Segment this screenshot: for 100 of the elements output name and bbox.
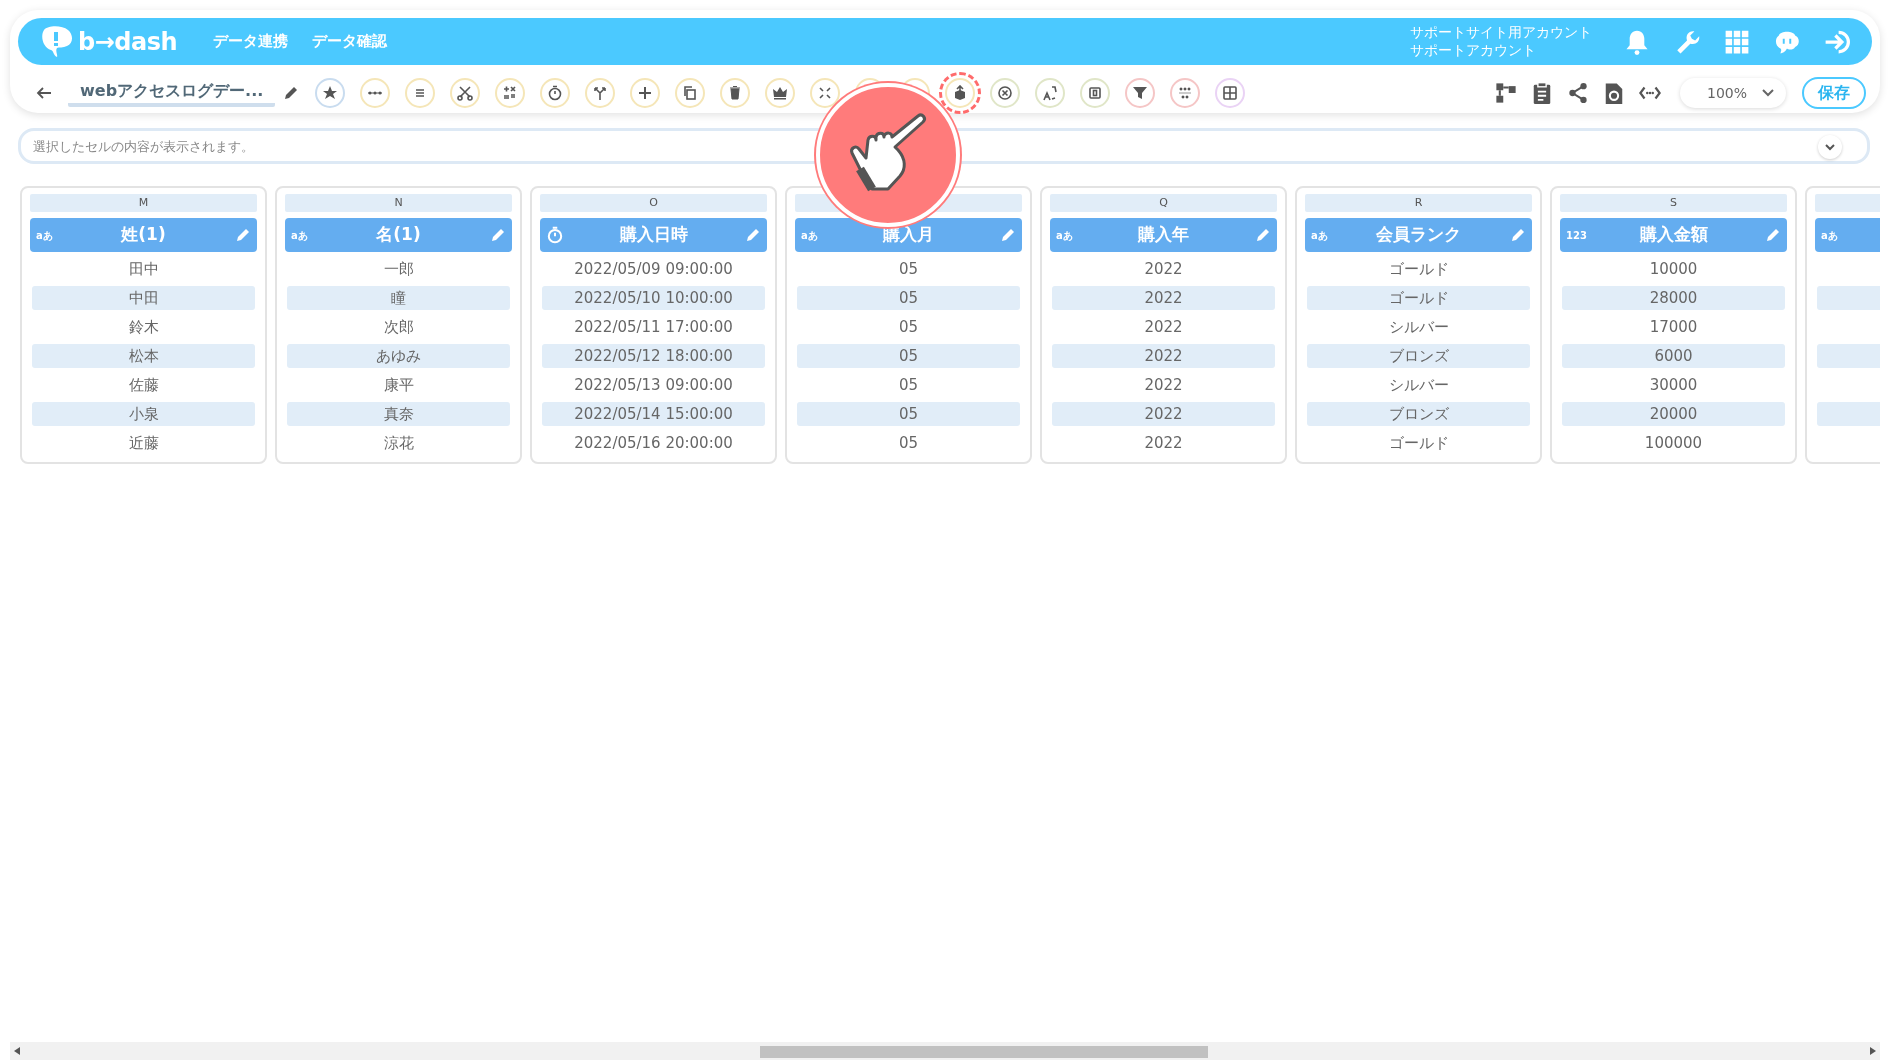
tool-button[interactable] [540, 78, 571, 108]
table-cell[interactable]: 05 [797, 344, 1020, 368]
table-cell[interactable]: シルバー [1307, 373, 1530, 397]
table-cell[interactable]: 10000 [1562, 257, 1785, 281]
table-cell[interactable]: 05 [797, 431, 1020, 455]
tool-button[interactable] [1035, 78, 1066, 108]
tool-button[interactable] [315, 78, 346, 108]
scroll-right-icon[interactable] [1870, 1047, 1876, 1055]
split-arrows-icon [592, 85, 609, 101]
table-cell[interactable]: ブロンズ [1307, 402, 1530, 426]
column-letter[interactable]: Q [1050, 194, 1277, 212]
table-cell[interactable]: 2022 [1052, 286, 1275, 310]
chevron-icon [1825, 143, 1835, 151]
table-cell[interactable]: 20000 [1562, 402, 1785, 426]
table-cell[interactable]: 涼花 [287, 431, 510, 455]
pencil-icon[interactable] [283, 85, 300, 101]
zoom-select[interactable]: 100% [1680, 78, 1786, 108]
table-cell[interactable]: ゴールド [1307, 286, 1530, 310]
chevron-icon [1762, 89, 1774, 97]
table-cell[interactable]: ゴールド [1307, 257, 1530, 281]
logo-text: b→dash [78, 26, 178, 58]
tool-button[interactable] [1080, 78, 1111, 108]
timer-icon [547, 85, 564, 101]
share-icon [1567, 82, 1589, 104]
table-cell[interactable]: 真奈 [287, 402, 510, 426]
type-label: aあ [36, 229, 53, 243]
column-letter[interactable]: O [540, 194, 767, 212]
table-cell[interactable]: 中田 [32, 286, 255, 310]
table-cell[interactable]: 05 [797, 315, 1020, 339]
table-cell[interactable]: 松本 [32, 344, 255, 368]
tool-button[interactable] [585, 78, 616, 108]
scissors-icon [457, 85, 474, 101]
tool-button[interactable] [1125, 78, 1156, 108]
table-cell[interactable]: 一郎 [287, 257, 510, 281]
account-name: サポートアカウント [1410, 41, 1537, 59]
table-cell[interactable]: 2022 [1052, 373, 1275, 397]
table-cell[interactable]: シルバー [1307, 315, 1530, 339]
horizontal-scrollbar[interactable] [10, 1042, 1880, 1060]
column-letter[interactable]: R [1305, 194, 1532, 212]
table-cell[interactable]: 2022/05/11 17:00:00 [542, 315, 765, 339]
column-name: 購入金額 [1639, 223, 1708, 247]
table-cell[interactable]: 05 [797, 286, 1020, 310]
table-cell[interactable]: 康平 [287, 373, 510, 397]
table-cell[interactable]: 17000 [1562, 315, 1785, 339]
tool-button[interactable] [720, 78, 751, 108]
tool-button[interactable] [1170, 78, 1201, 108]
tool-button[interactable] [630, 78, 661, 108]
table-cell[interactable]: 2022/05/12 18:00:00 [542, 344, 765, 368]
column-letter[interactable]: M [30, 194, 257, 212]
table-cell[interactable]: 05 [797, 373, 1020, 397]
table-cell[interactable]: 30000 [1562, 373, 1785, 397]
table-cell[interactable]: 28000 [1562, 286, 1785, 310]
crown-icon [772, 85, 789, 101]
back-icon[interactable] [36, 86, 52, 100]
zero-box-icon [1087, 85, 1104, 101]
star-icon [322, 85, 339, 101]
table-cell[interactable]: 2022 [1052, 431, 1275, 455]
table-cell[interactable]: 05 [797, 257, 1020, 281]
table-cell[interactable]: 次郎 [287, 315, 510, 339]
table-cell[interactable]: 2022/05/16 20:00:00 [542, 431, 765, 455]
table-cell[interactable]: 2022 [1052, 344, 1275, 368]
document-title[interactable]: webアクセスログデー... [68, 79, 276, 107]
tool-button[interactable] [495, 78, 526, 108]
type-label: aあ [291, 229, 308, 243]
table-cell[interactable]: 佐藤 [32, 373, 255, 397]
table-cell[interactable]: 小泉 [32, 402, 255, 426]
tool-button[interactable] [360, 78, 391, 108]
table-cell[interactable]: 瞳 [287, 286, 510, 310]
tool-button[interactable] [990, 78, 1021, 108]
table-cell[interactable]: 2022 [1052, 257, 1275, 281]
table-cell[interactable]: ブロンズ [1307, 344, 1530, 368]
type-label: aあ [1821, 229, 1838, 243]
tool-button[interactable] [450, 78, 481, 108]
table-cell[interactable]: 6000 [1562, 344, 1785, 368]
table-cell[interactable]: 近藤 [32, 431, 255, 455]
calculator-icon [502, 85, 519, 101]
column-letter[interactable]: S [1560, 194, 1787, 212]
tool-button[interactable] [765, 78, 796, 108]
table-cell[interactable]: あゆみ [287, 344, 510, 368]
table-cell[interactable]: 2022/05/13 09:00:00 [542, 373, 765, 397]
table-cell[interactable]: 2022/05/14 15:00:00 [542, 402, 765, 426]
tool-button[interactable] [405, 78, 436, 108]
table-cell[interactable]: 100000 [1562, 431, 1785, 455]
table-cell[interactable]: 2022/05/10 10:00:00 [542, 286, 765, 310]
table-cell[interactable]: 鈴木 [32, 315, 255, 339]
table-cell[interactable]: 05 [797, 402, 1020, 426]
table-cell[interactable]: ゴールド [1307, 431, 1530, 455]
scroll-left-icon[interactable] [14, 1047, 20, 1055]
tool-button[interactable] [1215, 78, 1246, 108]
column-letter[interactable]: N [285, 194, 512, 212]
table-cell[interactable]: 2022 [1052, 315, 1275, 339]
cell-content-field[interactable]: 選択したセルの内容が表示されます。 [18, 128, 1870, 164]
grid-icon [1222, 85, 1239, 101]
table-cell[interactable]: 田中 [32, 257, 255, 281]
table-cell[interactable]: 2022 [1052, 402, 1275, 426]
tool-button[interactable] [675, 78, 706, 108]
column-name: 名(1) [376, 223, 421, 247]
type-label: 123 [1566, 229, 1587, 243]
table-cell[interactable]: 2022/05/09 09:00:00 [542, 257, 765, 281]
type-label: aあ [1311, 229, 1328, 243]
